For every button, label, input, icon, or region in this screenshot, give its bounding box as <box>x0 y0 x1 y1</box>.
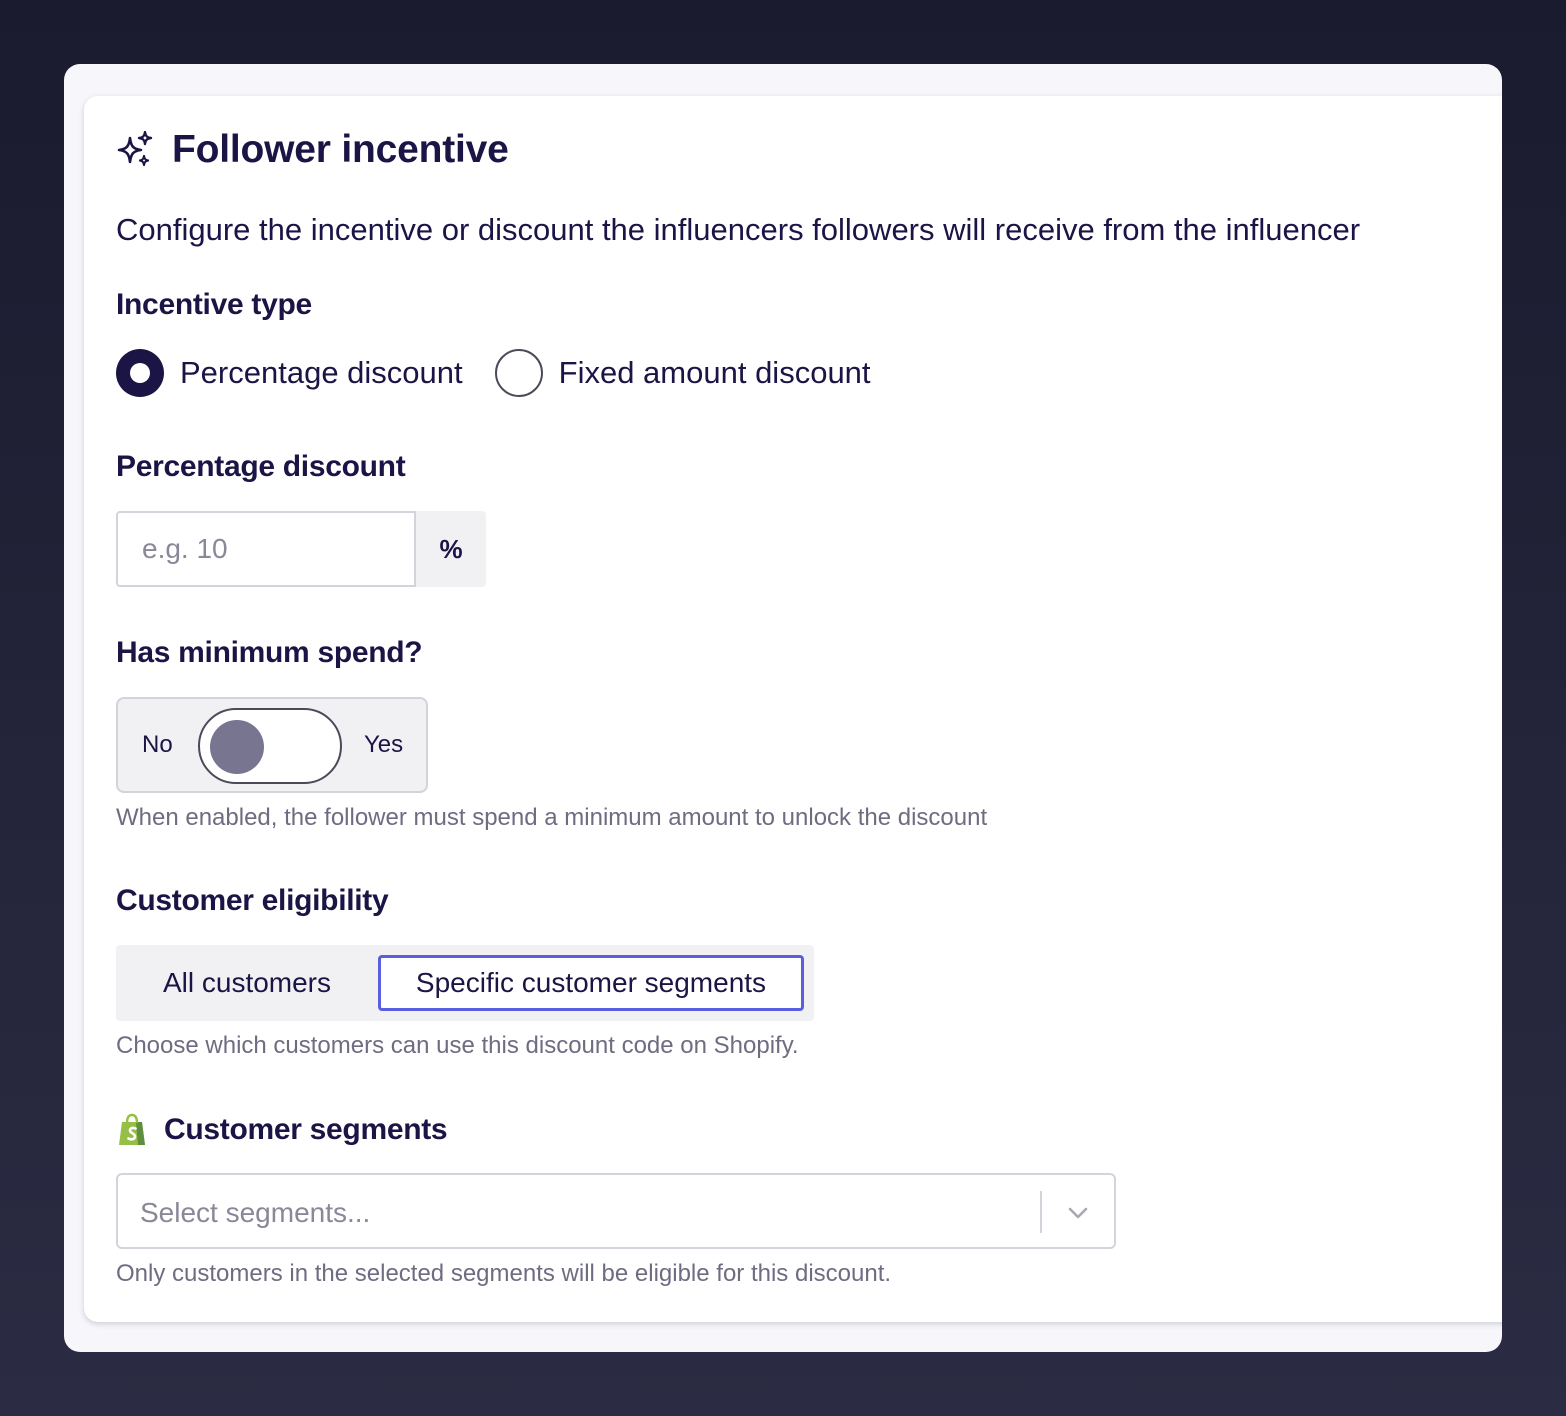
toggle-knob[interactable] <box>210 720 264 774</box>
customer-eligibility-label: Customer eligibility <box>116 884 389 917</box>
segment-specific-customer-segments[interactable]: Specific customer segments <box>378 955 804 1011</box>
shopify-icon <box>119 1113 145 1145</box>
card-description: Configure the incentive or discount the … <box>116 212 1361 247</box>
toggle-off-label: No <box>142 731 173 758</box>
chevron-down-icon[interactable] <box>1064 1199 1092 1227</box>
minimum-spend-toggle[interactable] <box>198 708 342 784</box>
minimum-spend-helper: When enabled, the follower must spend a … <box>116 804 988 831</box>
customer-segments-label: Customer segments <box>164 1113 448 1146</box>
select-divider <box>1040 1191 1042 1233</box>
customer-eligibility-helper: Choose which customers can use this disc… <box>116 1032 799 1059</box>
radio-button-unselected[interactable] <box>494 349 543 397</box>
select-placeholder: Select segments... <box>140 1197 371 1228</box>
incentive-type-radio-group: Percentage discount Fixed amount discoun… <box>116 348 903 398</box>
segment-all-customers[interactable]: All customers <box>116 945 378 1021</box>
minimum-spend-toggle-group: No Yes <box>116 697 428 793</box>
sparkles-icon <box>117 131 153 167</box>
percentage-input-group: % <box>116 511 486 587</box>
radio-label-percentage: Percentage discount <box>180 355 463 390</box>
customer-segments-header: Customer segments <box>116 1110 448 1150</box>
card-header: Follower incentive <box>116 128 509 172</box>
percentage-discount-label: Percentage discount <box>116 450 406 483</box>
toggle-on-label: Yes <box>364 731 404 758</box>
radio-label-fixed: Fixed amount discount <box>558 355 871 390</box>
customer-segments-helper: Only customers in the selected segments … <box>116 1260 892 1287</box>
percentage-input[interactable] <box>116 511 416 587</box>
minimum-spend-label: Has minimum spend? <box>116 636 423 669</box>
incentive-type-label: Incentive type <box>116 288 312 321</box>
customer-eligibility-segmented-control: All customers Specific customer segments <box>116 945 814 1021</box>
radio-button-selected[interactable] <box>116 349 164 397</box>
outer-panel: Follower incentive Configure the incenti… <box>64 64 1502 1352</box>
customer-segments-select[interactable]: Select segments... <box>116 1173 1116 1249</box>
radio-percentage-discount[interactable]: Percentage discount <box>116 349 463 397</box>
percent-suffix: % <box>416 511 486 587</box>
card-title: Follower incentive <box>172 128 509 171</box>
follower-incentive-card: Follower incentive Configure the incenti… <box>84 96 1502 1322</box>
radio-fixed-amount-discount[interactable]: Fixed amount discount <box>494 349 871 397</box>
